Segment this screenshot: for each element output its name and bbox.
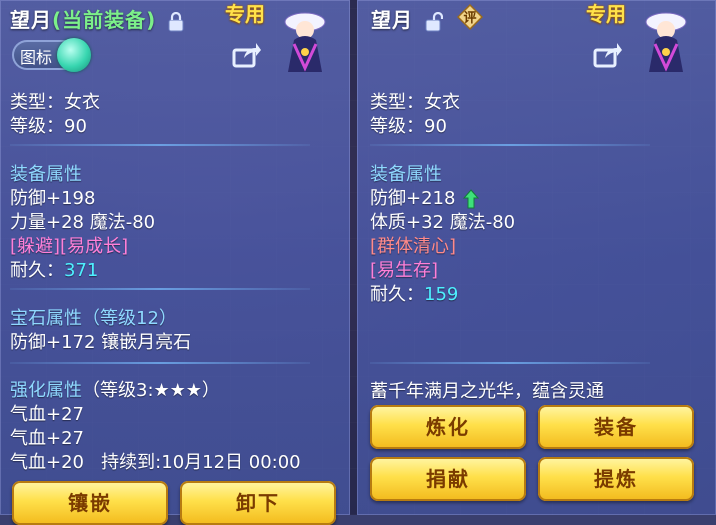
rate-icon-label: 评 xyxy=(463,11,477,26)
defense-value: 防御+218 xyxy=(370,188,456,209)
divider xyxy=(370,144,650,146)
inlay-button[interactable]: 镶嵌 xyxy=(12,481,168,525)
divider xyxy=(10,144,310,146)
item-level: 等级：90 xyxy=(370,116,447,137)
lock-icon[interactable] xyxy=(168,11,184,32)
exclusive-badge: 专用 xyxy=(225,2,265,26)
defense-stat: 防御+198 xyxy=(10,188,96,209)
equipped-status: (当前装备) xyxy=(52,8,157,32)
gem-stat: 防御+172 镶嵌月亮石 xyxy=(10,332,192,353)
gem-attributes-header: 宝石属性（等级12） xyxy=(10,308,177,329)
duration: 持续到:10月12日 00:00 xyxy=(101,452,301,473)
enhance-attributes-header: 强化属性 xyxy=(10,380,82,401)
character-avatar-icon xyxy=(284,12,326,72)
share-icon[interactable] xyxy=(593,40,623,68)
exclusive-badge: 专用 xyxy=(586,2,626,26)
arrow-up-icon xyxy=(463,189,480,209)
durability: 耐久：371 xyxy=(10,256,98,282)
hp-bonus: 气血+20 xyxy=(10,452,84,473)
durability-label: 耐久： xyxy=(10,260,64,281)
stat-line: 力量+28 魔法-80 xyxy=(10,212,156,233)
special-effect: [群体清心] xyxy=(370,236,457,257)
refine-button[interactable]: 炼化 xyxy=(370,405,526,449)
hp-bonus: 气血+27 xyxy=(10,404,84,425)
item-description: 蓄千年满月之光华，蕴含灵通 xyxy=(370,381,604,402)
unlock-icon[interactable] xyxy=(425,11,443,32)
stat-line: 体质+32 魔法-80 xyxy=(370,212,516,233)
icon-toggle-label: 图标 xyxy=(20,48,53,67)
panel-gap xyxy=(350,0,357,515)
item-name: 望月 xyxy=(371,8,413,32)
hp-bonus: 气血+27 xyxy=(10,428,84,449)
divider xyxy=(10,362,310,364)
equipment-attributes-header: 装备属性 xyxy=(10,164,82,185)
character-avatar-icon xyxy=(645,12,687,72)
compare-equipment-panel: 望月 评 专用 类型：女衣 等级：90 装备属性 防御+218 体质+32 魔法… xyxy=(357,0,716,515)
divider xyxy=(10,288,310,290)
equip-button[interactable]: 装备 xyxy=(538,405,694,449)
divider xyxy=(370,362,650,364)
extract-button[interactable]: 提炼 xyxy=(538,457,694,501)
item-title: 望月 xyxy=(371,4,443,33)
durability: 耐久：159 xyxy=(370,280,458,306)
equipment-attributes-header: 装备属性 xyxy=(370,164,442,185)
icon-toggle[interactable]: 图标 xyxy=(12,38,91,72)
current-equipment-panel: 望月(当前装备) 专用 图标 类型：女衣 等级：90 装备属性 防御+198 力… xyxy=(0,0,350,525)
durability-label: 耐久： xyxy=(370,284,424,305)
enhance-level: （等级3:★★★） xyxy=(82,380,220,401)
durability-value: 159 xyxy=(424,284,459,305)
hp-bonus-timed: 气血+20 持续到:10月12日 00:00 xyxy=(10,448,301,474)
donate-button[interactable]: 捐献 xyxy=(370,457,526,501)
item-level: 等级：90 xyxy=(10,116,87,137)
unequip-button[interactable]: 卸下 xyxy=(180,481,336,525)
item-title: 望月(当前装备) xyxy=(10,4,184,33)
enhance-attributes: 强化属性（等级3:★★★） xyxy=(10,376,220,402)
special-effect: [易生存] xyxy=(370,260,439,281)
item-type: 类型：女衣 xyxy=(10,92,100,113)
toggle-knob xyxy=(57,38,91,72)
special-effects: [躲避][易成长] xyxy=(10,236,129,257)
defense-stat: 防御+218 xyxy=(370,184,480,210)
item-name: 望月 xyxy=(10,8,52,32)
share-icon[interactable] xyxy=(232,40,262,68)
durability-value: 371 xyxy=(64,260,99,281)
rate-icon[interactable]: 评 xyxy=(456,3,484,31)
item-type: 类型：女衣 xyxy=(370,92,460,113)
